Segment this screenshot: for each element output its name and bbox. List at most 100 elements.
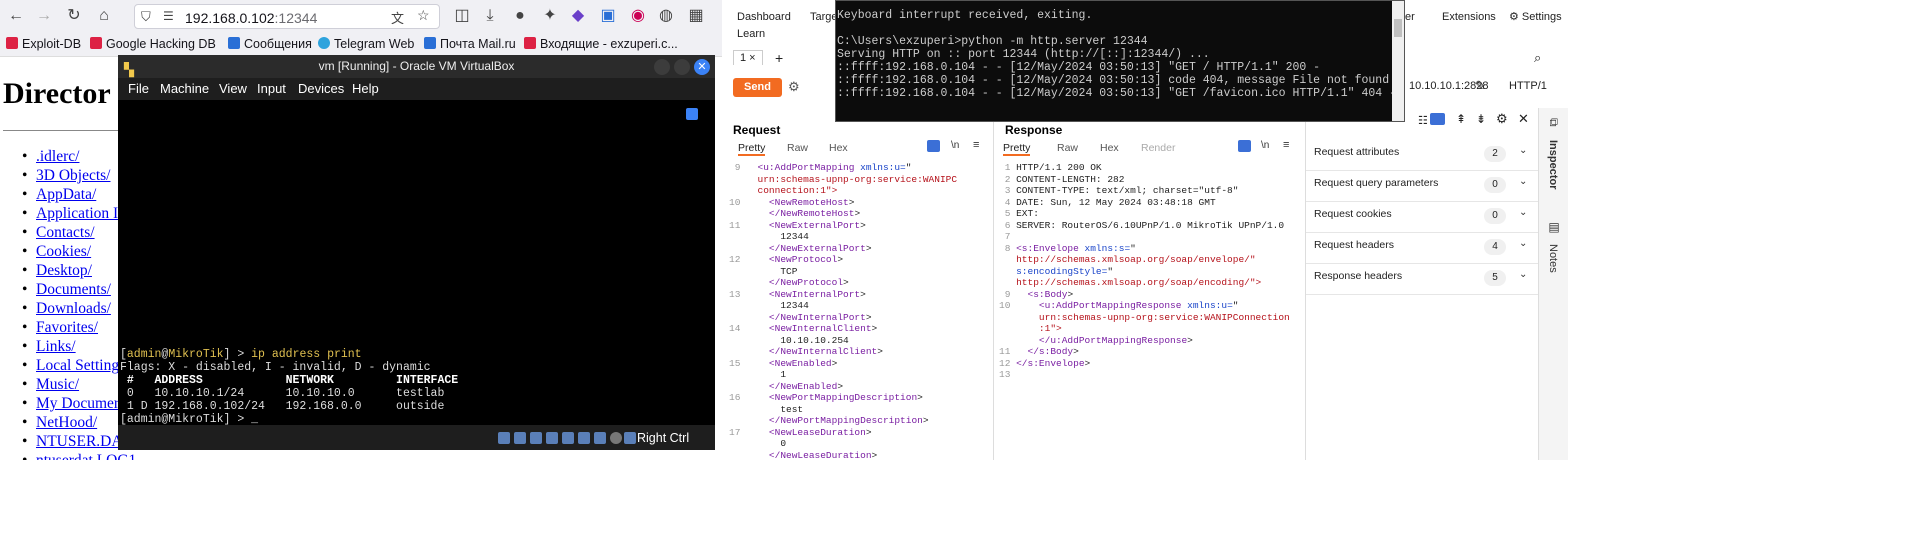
home-icon[interactable]: ⌂ (94, 6, 114, 26)
extension-icon[interactable]: ◆ (568, 6, 588, 26)
pin-icon[interactable]: ⧉ (1547, 118, 1561, 127)
menu-icon[interactable]: ≡ (973, 139, 979, 151)
repeater-tab[interactable]: 1 × (733, 50, 763, 65)
bookmark-item[interactable]: Google Hacking DB (90, 37, 216, 51)
account-icon[interactable]: ● (510, 6, 530, 26)
chevron-down-icon[interactable]: ⌄ (1519, 238, 1527, 249)
menu-view[interactable]: View (219, 81, 247, 96)
nav-settings[interactable]: ⚙ Settings (1509, 10, 1562, 23)
download-icon[interactable]: ⤓ (480, 6, 500, 26)
code-line: s:encodingStyle=" (1016, 265, 1114, 277)
recording-icon[interactable] (610, 432, 622, 444)
bookmark-item[interactable]: Сообщения (228, 37, 312, 51)
pretty-toggle-icon[interactable] (1238, 140, 1251, 152)
inspector-section[interactable]: Request headers 4 ⌄ (1306, 238, 1539, 264)
layout-icon[interactable]: ☷ (1418, 114, 1428, 127)
inspector-section[interactable]: Response headers 5 ⌄ (1306, 269, 1539, 295)
hdd-icon[interactable] (498, 432, 510, 444)
translate-ext-icon[interactable]: ▣ (598, 6, 618, 26)
minimize-button[interactable] (654, 59, 670, 75)
url-bar[interactable]: ⛉ ☰ 192.168.0.102:12344 文 ☆ (134, 4, 440, 29)
chevron-down-icon[interactable]: ⌄ (1519, 207, 1527, 218)
forward-icon[interactable]: → (34, 6, 54, 26)
page-info-icon[interactable]: ☰ (163, 9, 174, 23)
chevron-down-icon[interactable]: ⌄ (1519, 269, 1527, 280)
scrollbar-thumb[interactable] (1394, 19, 1402, 37)
newline-icon[interactable]: \n (951, 140, 959, 151)
close-button[interactable]: ✕ (694, 59, 710, 75)
bookmark-item[interactable]: Exploit-DB (6, 37, 81, 51)
request-editor[interactable]: 9 <u:AddPortMapping xmlns:u=" urn:schema… (729, 162, 957, 461)
vm-screen[interactable]: [admin@MikroTik] > ip address print Flag… (118, 100, 715, 426)
add-tab-icon[interactable]: + (775, 50, 783, 66)
side-tab-inspector[interactable]: Inspector (1547, 140, 1559, 190)
inspector-section[interactable]: Request query parameters 0 ⌄ (1306, 176, 1539, 202)
network-icon[interactable] (546, 432, 558, 444)
gear-icon[interactable]: ⚙ (788, 79, 800, 95)
code-line: 5 EXT: (999, 208, 1039, 219)
menu-file[interactable]: File (128, 81, 149, 96)
optical-icon[interactable] (514, 432, 526, 444)
inspector-section[interactable]: Request cookies 0 ⌄ (1306, 207, 1539, 233)
response-editor[interactable]: 1 HTTP/1.1 200 OK 2 CONTENT-LENGTH: 282 … (999, 162, 1290, 381)
http-version[interactable]: HTTP/1 (1509, 80, 1547, 92)
code-line: 12 </s:Envelope> (999, 357, 1091, 369)
terminal-line: Flags: X - disabled, I - invalid, D - dy… (120, 361, 431, 374)
menu-icon[interactable]: ≡ (1283, 139, 1289, 151)
maximize-button[interactable] (674, 59, 690, 75)
terminal-line: 1 D 192.168.0.102/24 192.168.0.0 outside (120, 400, 445, 413)
bookmark-item[interactable]: Входящие - exzuperi.c... (524, 37, 678, 51)
scrollbar[interactable] (1392, 1, 1404, 121)
translate-icon[interactable]: 文 (391, 8, 404, 27)
notes-icon[interactable]: ▤ (1547, 220, 1561, 234)
collapse-icon[interactable]: ⇞ (1456, 112, 1466, 126)
reload-icon[interactable]: ↻ (64, 6, 84, 26)
edit-icon[interactable]: ✎ (1475, 78, 1486, 94)
nav-extensions[interactable]: Extensions (1442, 11, 1496, 23)
directory-link[interactable]: ntuserdat LOG1 (22, 451, 136, 460)
menu-help[interactable]: Help (352, 81, 379, 96)
nav-proxy-partial[interactable]: er (1405, 11, 1415, 23)
chevron-down-icon[interactable]: ⌄ (1519, 176, 1527, 187)
notification-icon[interactable] (686, 108, 698, 120)
tab-raw[interactable]: Raw (1057, 142, 1078, 154)
send-button[interactable]: Send (733, 78, 782, 97)
tab-hex[interactable]: Hex (829, 142, 848, 154)
bookmark-star-icon[interactable]: ☆ (417, 7, 430, 24)
tab-hex[interactable]: Hex (1100, 142, 1119, 154)
pocket-icon[interactable]: ◫ (452, 6, 472, 26)
globe-icon[interactable]: ◍ (656, 6, 676, 26)
usb-icon[interactable] (562, 432, 574, 444)
back-icon[interactable]: ← (6, 6, 26, 26)
menu-input[interactable]: Input (257, 81, 286, 96)
display-icon[interactable] (594, 432, 606, 444)
shared-folder-icon[interactable] (578, 432, 590, 444)
bookmark-item[interactable]: Почта Mail.ru (424, 37, 516, 51)
pretty-toggle-icon[interactable] (927, 140, 940, 152)
newline-icon[interactable]: \n (1261, 140, 1269, 151)
expand-icon[interactable]: ⇟ (1476, 112, 1486, 126)
chevron-down-icon[interactable]: ⌄ (1519, 145, 1527, 156)
audio-icon[interactable] (530, 432, 542, 444)
side-tab-notes[interactable]: Notes (1547, 244, 1559, 273)
bookmark-item[interactable]: Telegram Web (318, 37, 414, 51)
tab-pretty[interactable]: Pretty (738, 142, 766, 156)
nav-learn[interactable]: Learn (737, 28, 765, 40)
mouse-icon[interactable] (624, 432, 636, 444)
close-icon[interactable]: ✕ (1518, 111, 1529, 127)
search-icon[interactable]: ⌕ (1534, 50, 1541, 66)
window-titlebar[interactable]: ▚ vm [Running] - Oracle VM VirtualBox ✕ (118, 55, 715, 78)
menu-devices[interactable]: Devices (298, 81, 344, 96)
gear-icon[interactable]: ⚙ (1496, 111, 1508, 127)
tab-raw[interactable]: Raw (787, 142, 808, 154)
extensions-icon[interactable]: ✦ (540, 6, 560, 26)
command-prompt-window[interactable]: Keyboard interrupt received, exiting. C:\… (835, 0, 1405, 122)
menu-machine[interactable]: Machine (160, 81, 209, 96)
inspector-section[interactable]: Request attributes 2 ⌄ (1306, 145, 1539, 171)
tab-pretty[interactable]: Pretty (1003, 142, 1031, 156)
nav-dashboard[interactable]: Dashboard (737, 11, 791, 23)
layout-toggle-icon[interactable] (1430, 113, 1445, 125)
grid-icon[interactable]: ▦ (686, 6, 706, 26)
container-icon[interactable]: ◉ (628, 6, 648, 26)
tab-render[interactable]: Render (1141, 142, 1175, 154)
